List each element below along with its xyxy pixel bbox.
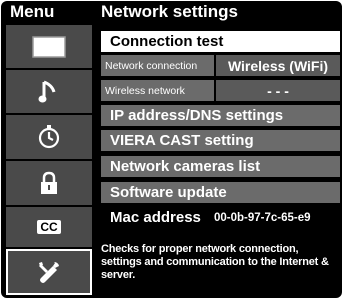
wireless-network-label: Wireless network <box>101 80 214 101</box>
mac-address-row: Mac address 00-0b-97-7c-65-e9 <box>101 207 340 228</box>
menu-title: Menu <box>10 2 55 21</box>
tv-menu-frame: Menu CC Network settings Connection test… <box>1 1 342 298</box>
wireless-network-value: - - - <box>216 80 340 101</box>
sound-icon <box>38 80 56 102</box>
picture-icon <box>32 35 66 58</box>
lock-icon <box>41 171 57 194</box>
ip-dns-settings-button[interactable]: IP address/DNS settings <box>101 105 340 126</box>
software-update-button[interactable]: Software update <box>101 182 340 203</box>
network-cameras-list-button[interactable]: Network cameras list <box>101 156 340 177</box>
help-text: Checks for proper network connection, se… <box>101 243 329 281</box>
network-settings-panel: Network settings Connection test Network… <box>98 1 342 298</box>
mac-address-label: Mac address <box>110 209 201 226</box>
sidebar-item-timer[interactable] <box>6 115 92 159</box>
mac-address-value: 00-0b-97-7c-65-e9 <box>214 211 311 224</box>
closed-caption-label: CC <box>40 220 58 234</box>
page-title: Network settings <box>101 2 238 21</box>
connection-test-button[interactable]: Connection test <box>101 31 340 52</box>
network-connection-row[interactable]: Network connection Wireless (WiFi) <box>101 55 340 76</box>
setup-icon <box>39 262 59 283</box>
sidebar-item-closed-caption[interactable]: CC <box>6 207 92 247</box>
network-connection-value: Wireless (WiFi) <box>216 55 340 76</box>
timer-icon <box>38 125 60 149</box>
closed-caption-icon: CC <box>37 220 61 234</box>
sidebar-item-lock[interactable] <box>6 161 92 205</box>
sidebar-item-sound[interactable] <box>6 70 92 113</box>
viera-cast-setting-button[interactable]: VIERA CAST setting <box>101 130 340 151</box>
network-connection-label: Network connection <box>101 55 214 76</box>
sidebar-item-picture[interactable] <box>6 25 92 68</box>
menu-sidebar: Menu CC <box>1 1 98 298</box>
wireless-network-row[interactable]: Wireless network - - - <box>101 80 340 101</box>
sidebar-item-setup[interactable] <box>6 249 92 295</box>
